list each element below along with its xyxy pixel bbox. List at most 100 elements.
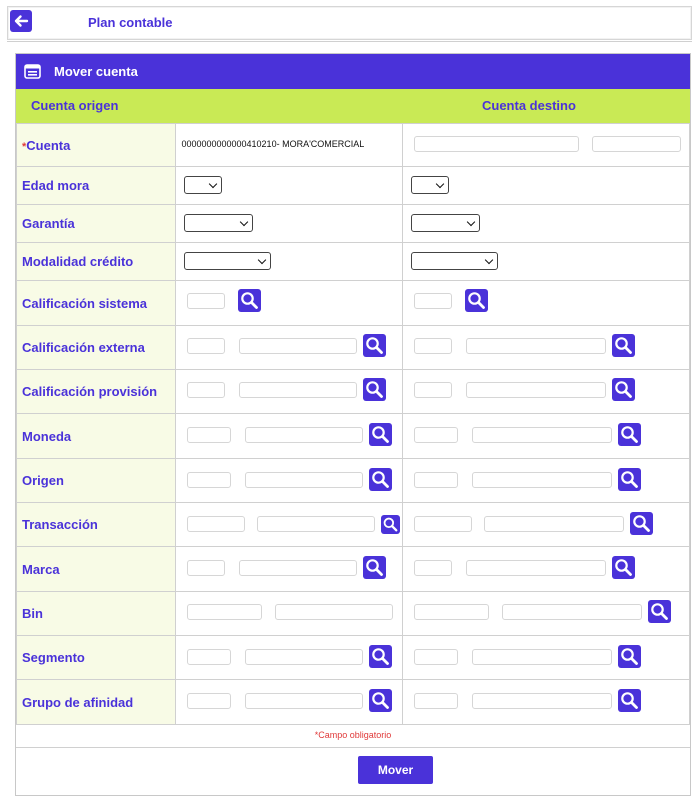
dest-bin-code-input[interactable] [413, 604, 489, 620]
row-marca: Marca [15, 546, 691, 592]
dest-segmento-desc-input[interactable] [471, 649, 612, 665]
dest-bin-desc-input[interactable] [501, 604, 642, 620]
magnifier-icon [615, 337, 632, 354]
magnifier-icon [621, 471, 638, 488]
magnifier-icon [621, 648, 638, 665]
move-button[interactable]: Mover [358, 756, 433, 784]
label-cuenta: Cuenta [26, 137, 71, 153]
dest-calif-sistema-input[interactable] [413, 293, 452, 309]
dest-marca-search-button[interactable] [611, 556, 635, 579]
row-transaccion: Transacción [15, 502, 691, 547]
dest-segmento-code-input[interactable] [413, 649, 458, 665]
dest-transaccion-search-button[interactable] [629, 512, 653, 535]
dest-transaccion-desc-input[interactable] [483, 516, 624, 532]
row-moneda: Moneda [15, 413, 691, 459]
dest-grupo-afinidad-code-input[interactable] [413, 693, 458, 709]
label-bin: Bin [15, 591, 177, 636]
origin-edad-mora-select[interactable] [184, 176, 223, 194]
dest-grupo-afinidad-desc-input[interactable] [471, 693, 612, 709]
magnifier-icon [468, 292, 485, 309]
origin-origen-desc-input[interactable] [245, 472, 364, 488]
label-calif-provision: Calificación provisión [15, 369, 177, 414]
origin-moneda-code-input[interactable] [187, 427, 232, 443]
dest-account-code-input[interactable] [413, 136, 579, 152]
required-field-note: *Campo obligatorio [314, 730, 392, 740]
label-segmento: Segmento [15, 635, 177, 680]
origin-calif-externa-code-input[interactable] [187, 338, 226, 354]
origin-grupo-afinidad-search-button[interactable] [369, 689, 393, 712]
origin-calif-sistema-input[interactable] [187, 293, 226, 309]
row-origen: Origen [15, 458, 691, 503]
origin-modalidad-select[interactable] [184, 252, 272, 270]
dest-account-name-input[interactable] [591, 136, 681, 152]
dest-calif-provision-code-input[interactable] [413, 382, 452, 398]
dest-calif-provision-desc-input[interactable] [465, 382, 606, 398]
origin-garantia-select[interactable] [184, 214, 254, 232]
dest-edad-mora-select[interactable] [410, 176, 449, 194]
origin-origen-search-button[interactable] [369, 468, 393, 491]
origin-origen-code-input[interactable] [187, 472, 232, 488]
magnifier-icon [621, 426, 638, 443]
divider [7, 41, 692, 42]
back-button[interactable] [10, 10, 32, 32]
dest-marca-code-input[interactable] [413, 560, 452, 576]
label-calif-sistema: Calificación sistema [15, 280, 177, 326]
row-garantia: Garantía [15, 204, 691, 243]
origin-bin-code-input[interactable] [187, 604, 263, 620]
dest-origen-search-button[interactable] [617, 468, 641, 491]
dest-origen-desc-input[interactable] [471, 472, 612, 488]
magnifier-icon [621, 692, 638, 709]
origin-calif-provision-search-button[interactable] [363, 378, 387, 401]
magnifier-icon [372, 471, 390, 488]
panel-header: Mover cuenta [16, 54, 690, 89]
dest-garantia-select[interactable] [410, 214, 480, 232]
dest-moneda-search-button[interactable] [617, 423, 641, 446]
origin-calif-externa-search-button[interactable] [363, 334, 387, 357]
dest-bin-search-button[interactable] [647, 600, 671, 623]
dest-transaccion-code-input[interactable] [413, 516, 472, 532]
origin-marca-code-input[interactable] [187, 560, 226, 576]
label-marca: Marca [15, 546, 177, 592]
column-header-destination: Cuenta destino [482, 98, 576, 113]
origin-calif-sistema-search-button[interactable] [238, 289, 262, 312]
dest-calif-provision-search-button[interactable] [611, 378, 635, 401]
origin-transaccion-search-button[interactable] [381, 515, 401, 534]
magnifier-icon [366, 337, 384, 354]
row-segmento: Segmento [15, 635, 691, 680]
origin-segmento-search-button[interactable] [369, 645, 393, 668]
origin-marca-desc-input[interactable] [239, 560, 358, 576]
origin-calif-externa-desc-input[interactable] [239, 338, 358, 354]
origin-moneda-desc-input[interactable] [245, 427, 364, 443]
magnifier-icon [633, 515, 650, 532]
dest-moneda-code-input[interactable] [413, 427, 458, 443]
dest-calif-sistema-search-button[interactable] [464, 289, 488, 312]
origin-marca-search-button[interactable] [363, 556, 387, 579]
origin-segmento-code-input[interactable] [187, 649, 232, 665]
dest-calif-externa-desc-input[interactable] [465, 338, 606, 354]
dest-calif-externa-search-button[interactable] [611, 334, 635, 357]
dest-moneda-desc-input[interactable] [471, 427, 612, 443]
magnifier-icon [615, 559, 632, 576]
origin-transaccion-desc-input[interactable] [257, 516, 376, 532]
origin-segmento-desc-input[interactable] [245, 649, 364, 665]
origin-transaccion-code-input[interactable] [187, 516, 246, 532]
dest-grupo-afinidad-search-button[interactable] [617, 689, 641, 712]
origin-grupo-afinidad-code-input[interactable] [187, 693, 232, 709]
origin-calif-provision-desc-input[interactable] [239, 382, 358, 398]
origin-moneda-search-button[interactable] [369, 423, 393, 446]
origin-calif-provision-code-input[interactable] [187, 382, 226, 398]
origin-grupo-afinidad-desc-input[interactable] [245, 693, 364, 709]
origin-bin-desc-input[interactable] [275, 604, 394, 620]
magnifier-icon [366, 381, 384, 398]
label-grupo-afinidad: Grupo de afinidad [15, 679, 177, 725]
dest-segmento-search-button[interactable] [617, 645, 641, 668]
dest-marca-desc-input[interactable] [465, 560, 606, 576]
accounts-grid: *Cuenta 0000000000000410210- MORA'COMERC… [15, 123, 691, 725]
page-title: Plan contable [88, 15, 173, 30]
magnifier-icon [366, 559, 384, 576]
divider [16, 747, 690, 748]
dest-origen-code-input[interactable] [413, 472, 458, 488]
dest-modalidad-select[interactable] [410, 252, 498, 270]
dest-calif-externa-code-input[interactable] [413, 338, 452, 354]
label-modalidad: Modalidad crédito [15, 242, 177, 281]
